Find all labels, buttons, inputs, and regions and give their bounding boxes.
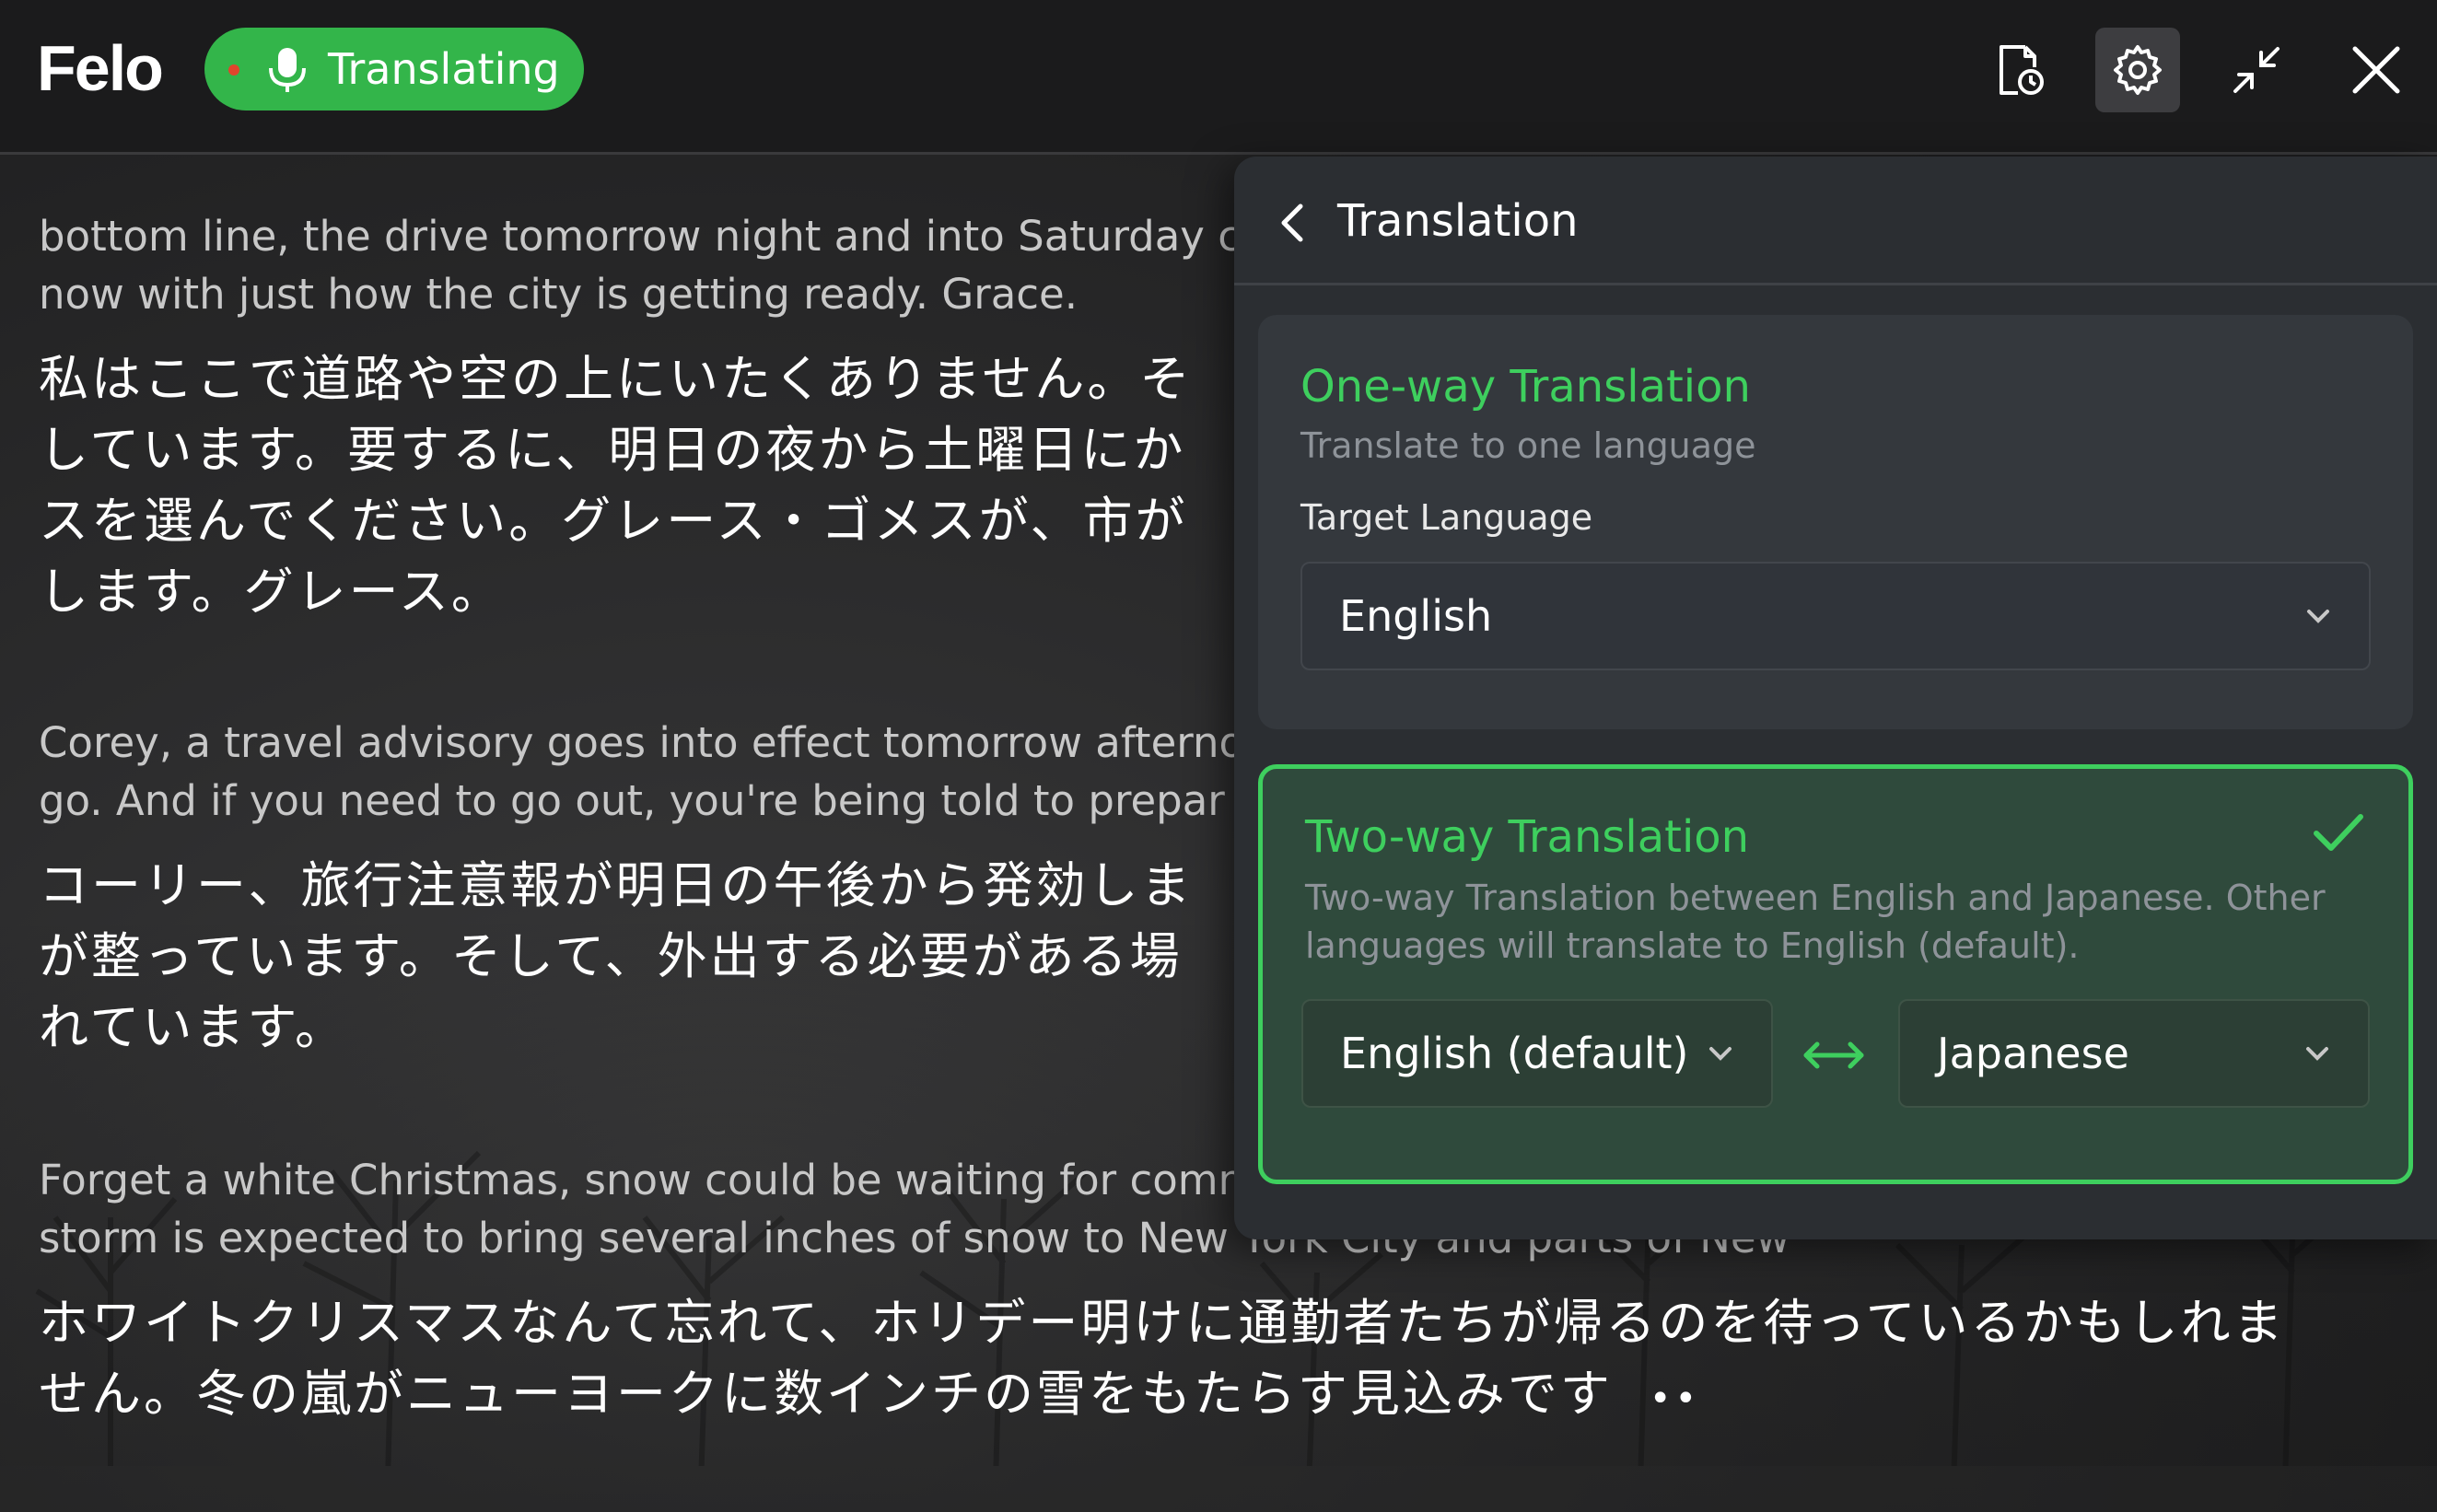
translated-text-line: れています。 xyxy=(39,998,347,1056)
status-label: Translating xyxy=(328,44,560,94)
translating-status-button[interactable]: Translating xyxy=(204,28,584,110)
history-icon xyxy=(2000,45,2044,95)
panel-header: Translation xyxy=(1234,157,2437,285)
target-language-value: Japanese xyxy=(1937,1029,2129,1078)
target-language-select[interactable]: Japanese xyxy=(1898,999,2370,1108)
two-way-description-line: languages will translate to English (def… xyxy=(1305,925,2080,966)
translated-text-line: 私はここで道路や空の上にいたくありません。そ xyxy=(39,350,1193,408)
translated-text-line: せん。冬の嵐がニューヨークに数インチの雪をもたらす見込みです •• xyxy=(39,1358,2286,1435)
microphone-icon xyxy=(269,48,306,92)
source-text-line: Corey, a travel advisory goes into effec… xyxy=(39,718,1245,767)
back-chevron-icon[interactable] xyxy=(1271,197,1313,249)
translation-settings-panel: Translation One-way Translation Translat… xyxy=(1234,157,2437,1239)
chevron-down-icon xyxy=(2307,610,2329,623)
two-way-title: Two-way Translation xyxy=(1305,811,1750,863)
recording-dot xyxy=(228,64,239,76)
source-text-line: bottom line, the drive tomorrow night an… xyxy=(39,212,1241,261)
target-language-select[interactable]: English xyxy=(1300,562,2371,670)
close-icon xyxy=(2352,46,2400,94)
source-language-select[interactable]: English (default) xyxy=(1301,999,1773,1108)
translated-text-line: コーリー、旅行注意報が明日の午後から発効しま xyxy=(39,856,1194,914)
minimize-icon xyxy=(2233,47,2280,93)
typing-indicator: •• xyxy=(1649,1378,1701,1420)
two-way-description-line: Two-way Translation between English and … xyxy=(1305,878,2326,918)
translated-text-line: が整っています。そして、外出する必要がある場 xyxy=(39,927,1183,985)
translated-text-line-content: せん。冬の嵐がニューヨークに数インチの雪をもたらす見込みです xyxy=(39,1365,1613,1423)
transcript-segment: bottom line, the drive tomorrow night an… xyxy=(39,207,1241,627)
swap-arrows-icon xyxy=(1803,1041,1864,1069)
settings-button[interactable] xyxy=(2095,28,2180,112)
panel-title: Translation xyxy=(1337,195,1579,247)
checkmark-icon xyxy=(2314,814,2363,851)
two-way-translation-option[interactable]: Two-way Translation Two-way Translation … xyxy=(1258,764,2413,1184)
target-language-label: Target Language xyxy=(1300,497,1593,538)
app-header: Felo Translating xyxy=(0,0,2437,155)
translated-text-line: ホワイトクリスマスなんて忘れて、ホリデー明けに通勤者たちが帰るのを待っているかも… xyxy=(39,1294,2286,1352)
close-button[interactable] xyxy=(2334,28,2419,112)
gear-icon xyxy=(2114,45,2162,95)
felo-logo: Felo xyxy=(37,32,164,104)
one-way-title: One-way Translation xyxy=(1300,361,1751,413)
source-text-line: now with just how the city is getting re… xyxy=(39,270,1079,319)
chevron-down-icon xyxy=(1709,1047,1732,1061)
transcript-segment: Corey, a travel advisory goes into effec… xyxy=(39,714,1244,1063)
source-language-value: English (default) xyxy=(1340,1029,1689,1078)
one-way-translation-option[interactable]: One-way Translation Translate to one lan… xyxy=(1258,315,2413,729)
translated-text-line: しています。要するに、明日の夜から土曜日にか xyxy=(39,421,1186,479)
translated-text-line: します。グレース。 xyxy=(39,563,504,621)
source-text-line: go. And if you need to go out, you're be… xyxy=(39,776,1225,825)
minimize-button[interactable] xyxy=(2214,28,2299,112)
translated-text-line: スを選んでください。グレース・ゴメスが、市が xyxy=(39,492,1188,550)
history-button[interactable] xyxy=(1976,28,2061,112)
target-language-value: English xyxy=(1339,591,1493,641)
chevron-down-icon xyxy=(2306,1047,2328,1061)
one-way-description: Translate to one language xyxy=(1300,425,1756,466)
